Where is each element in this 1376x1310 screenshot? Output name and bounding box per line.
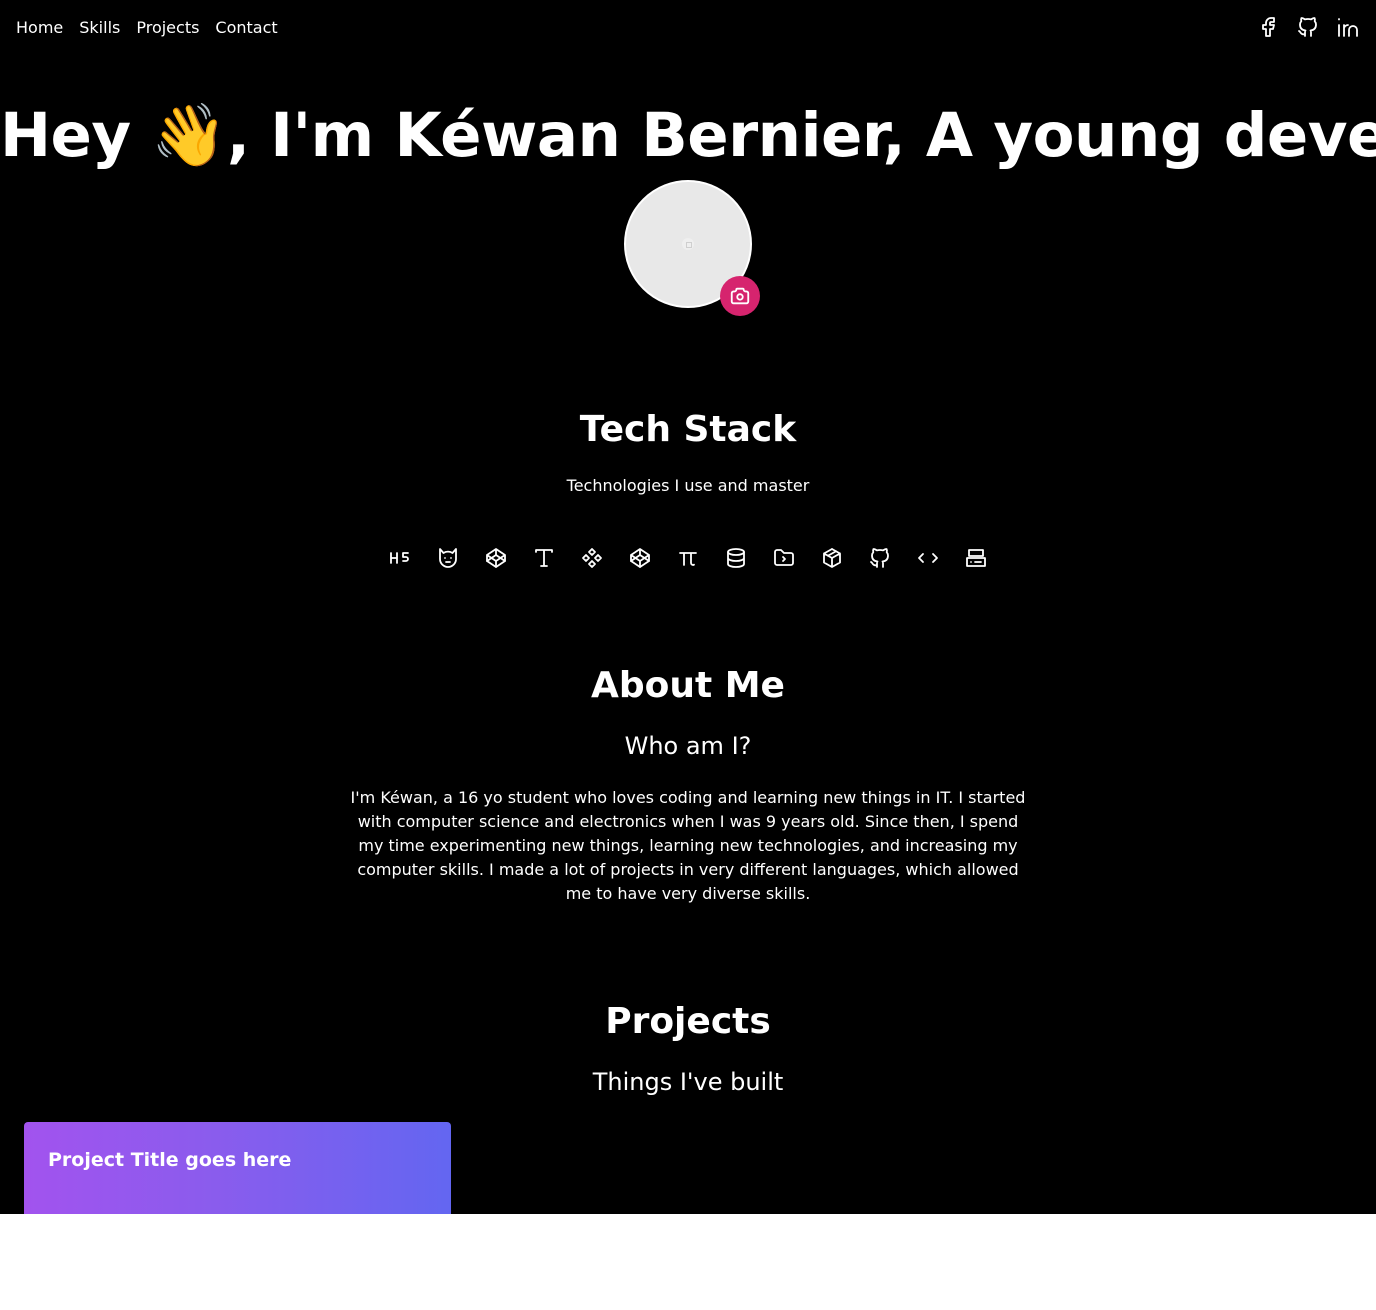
about-subtitle: Who am I? bbox=[624, 732, 752, 760]
html5-icon bbox=[388, 546, 412, 570]
about-title: About Me bbox=[591, 665, 785, 706]
nav-skills-link[interactable]: Skills bbox=[79, 17, 120, 39]
nav-contact-link[interactable]: Contact bbox=[215, 17, 277, 39]
camera-icon bbox=[730, 287, 750, 305]
social-links bbox=[1256, 15, 1360, 39]
page: Home Skills Projects Contact Hey 👋, I'm … bbox=[0, 0, 1376, 1214]
tech-stack-subtitle: Technologies I use and master bbox=[566, 476, 810, 495]
nav-projects-link[interactable]: Projects bbox=[136, 17, 199, 39]
tech-stack-title: Tech Stack bbox=[579, 409, 797, 450]
cat-icon bbox=[436, 546, 460, 570]
change-photo-button[interactable] bbox=[720, 276, 760, 316]
github-icon bbox=[868, 546, 892, 570]
project-card[interactable]: Project Title goes here bbox=[24, 1122, 451, 1214]
avatar-wrapper bbox=[624, 180, 760, 316]
code-icon bbox=[916, 546, 940, 570]
hero-title: Hey 👋, I'm Kéwan Bernier, A young develo… bbox=[0, 100, 1376, 171]
typescript-icon bbox=[532, 546, 556, 570]
avatar-placeholder bbox=[682, 238, 694, 250]
server-icon bbox=[964, 546, 988, 570]
components-icon bbox=[580, 546, 604, 570]
projects-title: Projects bbox=[605, 1001, 771, 1042]
folder-code-icon bbox=[772, 546, 796, 570]
github-icon[interactable] bbox=[1296, 15, 1320, 39]
about-text: I'm Kéwan, a 16 yo student who loves cod… bbox=[350, 788, 1026, 903]
package-icon bbox=[820, 546, 844, 570]
top-nav: Home Skills Projects Contact bbox=[16, 17, 278, 39]
codepen-icon bbox=[628, 546, 652, 570]
database-icon bbox=[724, 546, 748, 570]
linkedin-icon[interactable] bbox=[1336, 15, 1360, 39]
codepen-icon bbox=[484, 546, 508, 570]
nav-home-link[interactable]: Home bbox=[16, 17, 63, 39]
project-card-title: Project Title goes here bbox=[48, 1149, 292, 1171]
facebook-icon[interactable] bbox=[1256, 15, 1280, 39]
pi-icon bbox=[676, 546, 700, 570]
tech-icons bbox=[388, 546, 988, 570]
projects-subtitle: Things I've built bbox=[592, 1068, 784, 1096]
